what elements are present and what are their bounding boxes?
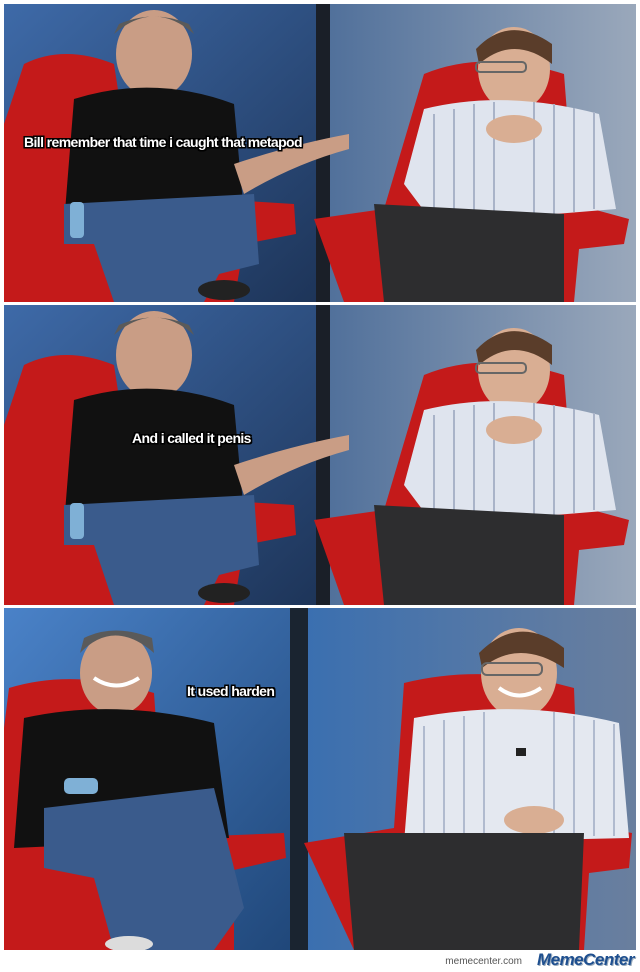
panel-1-photo [4, 4, 636, 302]
watermark-footer: memecenter.com MemeCenter [0, 950, 640, 972]
panel-3-photo [4, 608, 636, 950]
panel-2-photo [4, 305, 636, 605]
comic-panel-2: And i called it penis [4, 305, 636, 605]
comic-panel-1: Bill remember that time i caught that me… [4, 4, 636, 302]
comic-panel-3: It used harden [4, 608, 636, 950]
memecenter-logo[interactable]: MemeCenter [537, 950, 635, 970]
panel-1-caption: Bill remember that time i caught that me… [24, 134, 303, 150]
watermark-url[interactable]: memecenter.com [445, 956, 522, 967]
panel-2-caption: And i called it penis [132, 430, 251, 446]
panel-3-caption: It used harden [187, 683, 275, 699]
